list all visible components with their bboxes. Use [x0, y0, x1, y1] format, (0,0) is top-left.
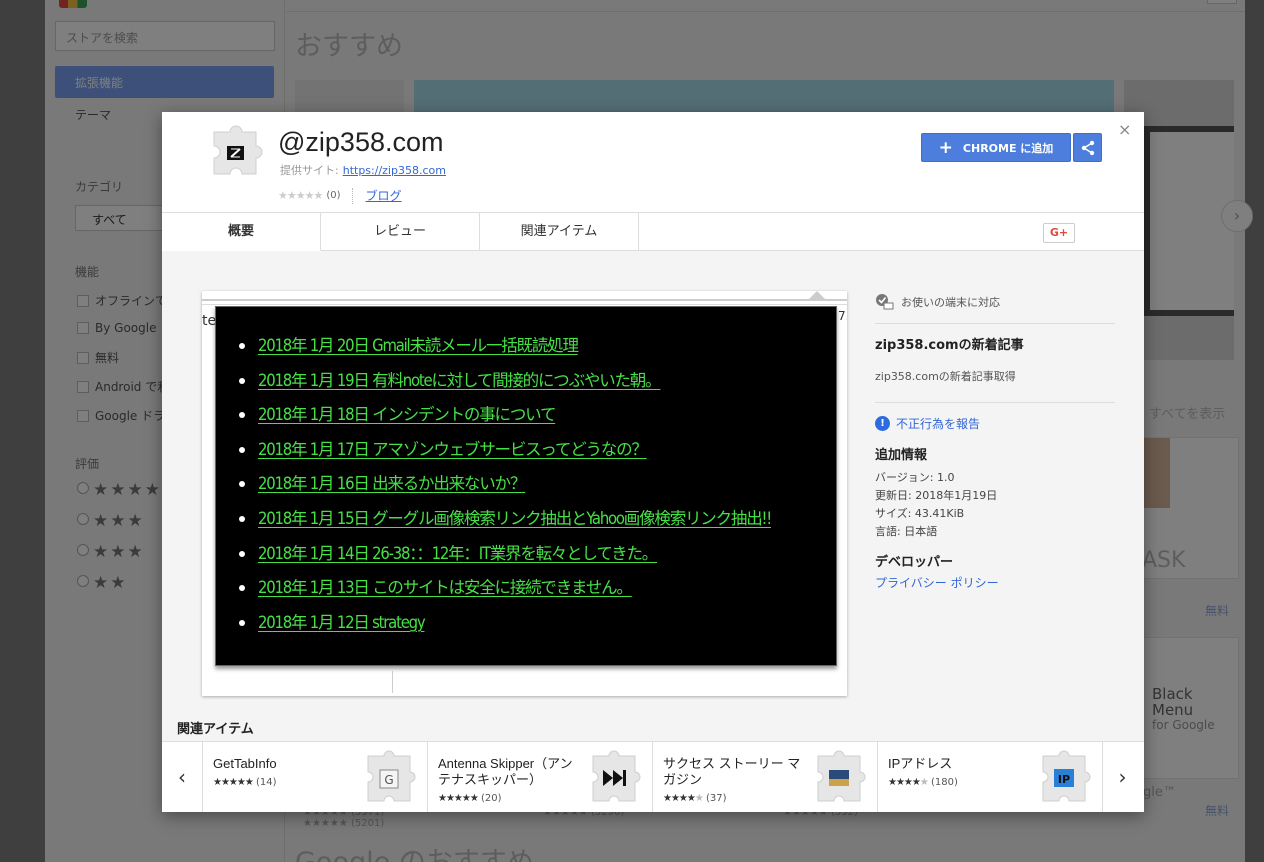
- article-item[interactable]: 2018年 1月 13日 このサイトは安全に接続できません。: [239, 574, 771, 609]
- extension-screenshot[interactable]: te 7. 2018年 1月 20日 Gmail未読メール一括既読処理 2018…: [202, 291, 847, 696]
- related-carousel: ‹ GetTabInfo ★★★★★ (14) G Antenna Skippe…: [162, 741, 1144, 812]
- alert-icon: !: [875, 416, 890, 431]
- article-list: 2018年 1月 20日 Gmail未読メール一括既読処理 2018年 1月 1…: [239, 332, 772, 644]
- article-item[interactable]: 2018年 1月 18日 インシデントの事について: [239, 401, 771, 436]
- success-story-icon: [817, 750, 866, 802]
- privacy-policy-link[interactable]: プライバシー ポリシー: [875, 574, 1115, 591]
- google-plus-button[interactable]: G+: [1043, 223, 1075, 243]
- rating-line: ★★★★★ (0) ブログ: [278, 187, 402, 204]
- add-to-chrome-button[interactable]: + CHROME に追加: [921, 133, 1071, 162]
- related-card[interactable]: IPアドレス ★★★★★ (180) IP: [877, 742, 1102, 812]
- svg-text:IP: IP: [1058, 773, 1070, 786]
- tab-reviews[interactable]: レビュー: [321, 213, 480, 251]
- chevron-left-icon: ‹: [178, 765, 186, 789]
- blog-link[interactable]: ブログ: [365, 187, 401, 204]
- antenna-skipper-icon: [592, 750, 641, 802]
- details-sidebar: お使いの端末に対応 zip358.comの新着記事 zip358.comの新着記…: [875, 291, 1115, 591]
- share-icon: [1081, 140, 1094, 155]
- screenshot-fragment-right: 7.: [838, 309, 847, 323]
- article-item[interactable]: 2018年 1月 19日 有料noteに対して間接的につぶやいた朝。: [239, 367, 771, 402]
- summary-description: zip358.comの新着記事取得: [875, 370, 1016, 383]
- provider-link[interactable]: https://zip358.com: [343, 164, 446, 177]
- related-card[interactable]: GetTabInfo ★★★★★ (14) G: [202, 742, 427, 812]
- developer-section: デベロッパー プライバシー ポリシー: [875, 551, 1115, 591]
- version-info: バージョン: 1.0: [875, 471, 955, 484]
- article-item[interactable]: 2018年 1月 14日 26-38：：12年：IT業界を転々としてきた。: [239, 540, 771, 575]
- article-item[interactable]: 2018年 1月 17日 アマゾンウェブサービスってどうなの？: [239, 436, 771, 471]
- ip-address-icon: IP: [1042, 750, 1091, 802]
- article-item[interactable]: 2018年 1月 20日 Gmail未読メール一括既読処理: [239, 332, 771, 367]
- provider-label: 提供サイト:: [280, 164, 339, 177]
- tab-overview[interactable]: 概要: [162, 213, 321, 251]
- articles-popup: 2018年 1月 20日 Gmail未読メール一括既読処理 2018年 1月 1…: [215, 306, 837, 666]
- puzzle-extension-icon: [213, 125, 263, 175]
- additional-info: 追加情報 バージョン: 1.0 更新日: 2018年1月19日 サイズ: 43.…: [875, 444, 1115, 541]
- article-item[interactable]: 2018年 1月 15日 グーグル画像検索リンク抽出とYahoo画像検索リンク抽…: [239, 505, 772, 540]
- provider-line: 提供サイト: https://zip358.com: [280, 162, 446, 178]
- related-card[interactable]: Antenna Skipper（アンテナスキッパー） ★★★★★ (20): [427, 742, 652, 812]
- related-card[interactable]: サクセス ストーリー マガジン ★★★★★ (37): [652, 742, 877, 812]
- report-abuse-link[interactable]: ! 不正行為を報告: [875, 415, 1115, 432]
- plus-icon: +: [938, 137, 953, 158]
- device-compatible-icon: [876, 294, 894, 310]
- tab-related[interactable]: 関連アイテム: [480, 213, 639, 251]
- language-info: 言語: 日本語: [875, 525, 938, 538]
- screenshot-fragment-left: te: [202, 313, 217, 329]
- popup-arrow-icon: [808, 291, 826, 300]
- share-button[interactable]: [1073, 133, 1102, 162]
- carousel-next-button[interactable]: ›: [1102, 742, 1142, 812]
- article-item[interactable]: 2018年 1月 16日 出来るか出来ないか？: [239, 470, 771, 505]
- dialog-header: @zip358.com 提供サイト: https://zip358.com ★★★…: [162, 112, 1144, 213]
- svg-text:G: G: [384, 773, 393, 787]
- gettabinfo-icon: G: [367, 750, 416, 802]
- summary-title: zip358.comの新着記事: [875, 338, 1024, 353]
- extension-name: @zip358.com: [278, 127, 444, 157]
- compat-line: お使いの端末に対応: [875, 291, 1115, 313]
- carousel-prev-button[interactable]: ‹: [162, 742, 202, 812]
- developer-title: デベロッパー: [875, 555, 954, 570]
- size-info: サイズ: 43.41KiB: [875, 507, 965, 520]
- close-dialog-button[interactable]: ×: [1118, 120, 1131, 139]
- chevron-right-icon: ›: [1118, 765, 1127, 789]
- additional-info-title: 追加情報: [875, 448, 928, 463]
- detail-tabs: 概要 レビュー 関連アイテム G+: [162, 213, 1144, 251]
- rating-stars[interactable]: ★★★★★: [278, 189, 323, 202]
- related-title: 関連アイテム: [177, 722, 254, 737]
- extension-detail-dialog: @zip358.com 提供サイト: https://zip358.com ★★★…: [162, 112, 1144, 812]
- rating-count: (0): [326, 190, 341, 201]
- article-item[interactable]: 2018年 1月 12日 strategy: [239, 609, 771, 644]
- updated-info: 更新日: 2018年1月19日: [875, 489, 998, 502]
- overview-panel: te 7. 2018年 1月 20日 Gmail未読メール一括既読処理 2018…: [162, 251, 1144, 812]
